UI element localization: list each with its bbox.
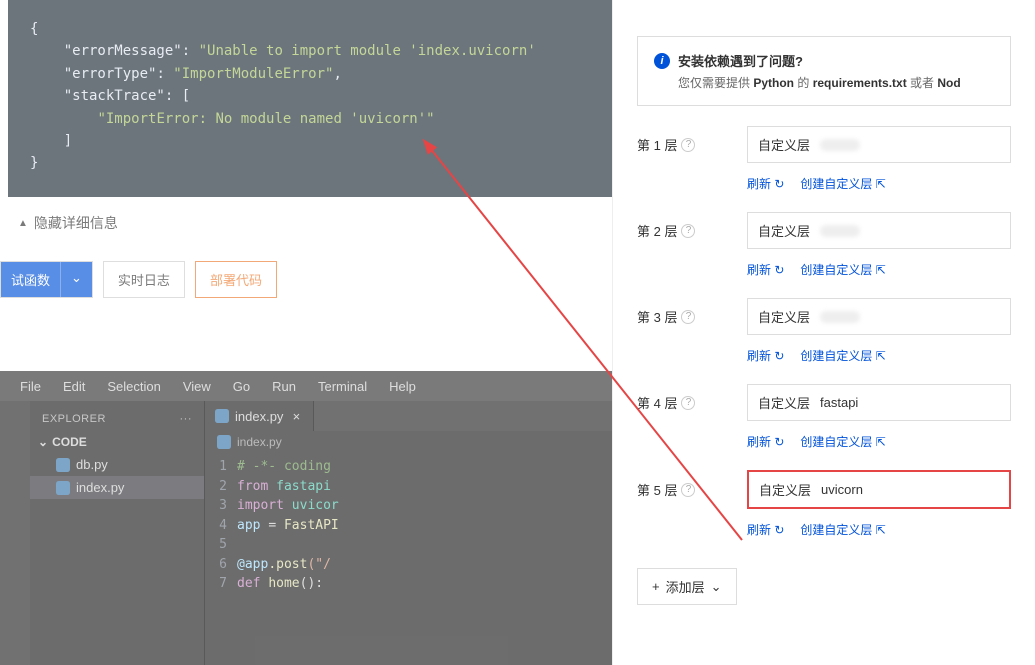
info-icon: i — [654, 53, 670, 69]
layer-2-input[interactable]: 自定义层 — [747, 212, 1011, 249]
layer-5-input[interactable]: 自定义层uvicorn — [747, 470, 1011, 509]
menu-view[interactable]: View — [173, 375, 221, 398]
breadcrumb: index.py — [205, 431, 612, 453]
code-content[interactable]: 1# -*- coding 2from fastapi 3import uvic… — [205, 453, 612, 594]
refresh-link[interactable]: 刷新 ↻ — [747, 347, 784, 364]
layer-5-label: 第 5 层 ? — [637, 480, 707, 499]
hide-details-label: 隐藏详细信息 — [34, 213, 118, 233]
triangle-up-icon: ▲ — [18, 218, 28, 229]
file-index-py[interactable]: index.py — [30, 476, 204, 499]
refresh-link[interactable]: 刷新 ↻ — [747, 521, 784, 538]
help-icon[interactable]: ? — [681, 310, 695, 324]
python-icon — [56, 481, 70, 495]
layer-4-input[interactable]: 自定义层fastapi — [747, 384, 1011, 421]
create-layer-link[interactable]: 创建自定义层 ⇱ — [800, 175, 885, 192]
menu-run[interactable]: Run — [262, 375, 306, 398]
hide-details-toggle[interactable]: ▲ 隐藏详细信息 — [0, 197, 136, 247]
layer-2-label: 第 2 层 ? — [637, 221, 707, 240]
activity-bar — [0, 401, 30, 665]
layer-1-label: 第 1 层 ? — [637, 135, 707, 154]
explorer-panel: EXPLORER ··· ⌄ CODE db.py index.py — [30, 401, 205, 665]
refresh-link[interactable]: 刷新 ↻ — [747, 175, 784, 192]
chevron-down-icon[interactable]: ⌄ — [61, 262, 92, 297]
code-editor: File Edit Selection View Go Run Terminal… — [0, 371, 612, 665]
add-layer-button[interactable]: + 添加层 ⌄ — [637, 568, 737, 605]
close-icon[interactable]: × — [289, 409, 303, 424]
info-title: 安装依赖遇到了问题? — [678, 51, 803, 70]
code-folder[interactable]: ⌄ CODE — [30, 431, 204, 453]
python-icon — [215, 409, 229, 423]
create-layer-link[interactable]: 创建自定义层 ⇱ — [800, 433, 885, 450]
test-function-button[interactable]: 试函数 ⌄ — [0, 261, 93, 298]
chevron-down-icon: ⌄ — [38, 435, 48, 449]
menu-help[interactable]: Help — [379, 375, 426, 398]
plus-icon: + — [652, 579, 660, 594]
info-subtitle: 您仅需要提供 Python 的 requirements.txt 或者 Nod — [654, 74, 994, 91]
layer-1-input[interactable]: 自定义层 — [747, 126, 1011, 163]
layer-4-label: 第 4 层 ? — [637, 393, 707, 412]
help-icon[interactable]: ? — [681, 138, 695, 152]
layer-3-input[interactable]: 自定义层 — [747, 298, 1011, 335]
menu-terminal[interactable]: Terminal — [308, 375, 377, 398]
layer-3-label: 第 3 层 ? — [637, 307, 707, 326]
tab-index-py[interactable]: index.py × — [205, 401, 314, 431]
create-layer-link[interactable]: 创建自定义层 ⇱ — [800, 261, 885, 278]
file-db-py[interactable]: db.py — [30, 453, 204, 476]
create-layer-link[interactable]: 创建自定义层 ⇱ — [800, 521, 885, 538]
explorer-label: EXPLORER — [42, 413, 106, 425]
menu-selection[interactable]: Selection — [97, 375, 170, 398]
python-icon — [217, 435, 231, 449]
menu-go[interactable]: Go — [223, 375, 260, 398]
more-icon[interactable]: ··· — [180, 413, 193, 425]
deploy-code-button[interactable]: 部署代码 — [195, 261, 277, 298]
help-icon[interactable]: ? — [681, 224, 695, 238]
editor-menubar: File Edit Selection View Go Run Terminal… — [0, 371, 612, 401]
info-box: i 安装依赖遇到了问题? 您仅需要提供 Python 的 requirement… — [637, 36, 1011, 106]
refresh-link[interactable]: 刷新 ↻ — [747, 261, 784, 278]
error-output: { "errorMessage": "Unable to import modu… — [8, 0, 612, 197]
menu-edit[interactable]: Edit — [53, 375, 95, 398]
menu-file[interactable]: File — [10, 375, 51, 398]
realtime-log-button[interactable]: 实时日志 — [103, 261, 185, 298]
chevron-down-icon: ⌄ — [711, 579, 722, 595]
help-icon[interactable]: ? — [681, 483, 695, 497]
python-icon — [56, 458, 70, 472]
create-layer-link[interactable]: 创建自定义层 ⇱ — [800, 347, 885, 364]
help-icon[interactable]: ? — [681, 396, 695, 410]
right-panel: i 安装依赖遇到了问题? 您仅需要提供 Python 的 requirement… — [612, 0, 1035, 665]
test-function-label: 试函数 — [1, 262, 61, 297]
refresh-link[interactable]: 刷新 ↻ — [747, 433, 784, 450]
